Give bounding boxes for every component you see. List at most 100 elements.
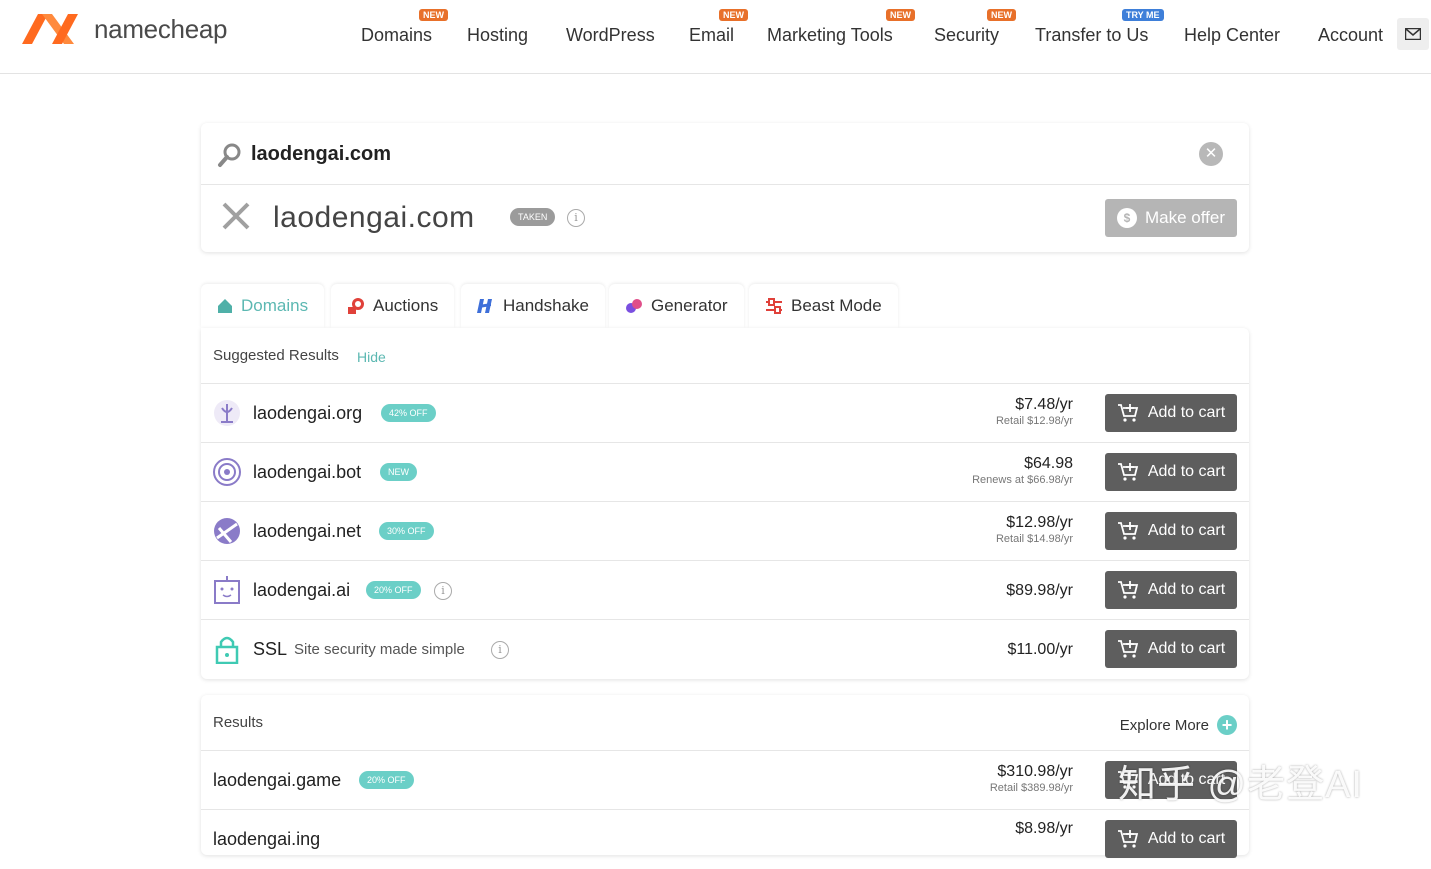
- nav-badge-transfer: TRY ME: [1122, 9, 1164, 21]
- taken-domain-row: laodengai.com TAKEN i $ Make offer: [201, 185, 1249, 251]
- search-bar[interactable]: laodengai.com ✕: [201, 123, 1249, 185]
- cart-plus-icon: [1117, 522, 1138, 540]
- tab-handshake[interactable]: Handshake: [461, 284, 606, 328]
- suggested-results-card: Suggested Results Hide laodengai.org 42%…: [201, 328, 1249, 679]
- cart-plus-icon: [1117, 581, 1138, 599]
- retail-price: Retail $12.98/yr: [995, 415, 1073, 427]
- taken-domain-name: laodengai.com: [273, 201, 475, 234]
- bot-tld-icon: [213, 458, 241, 486]
- handshake-icon: [477, 299, 492, 313]
- list-item: laodengai.org 42% OFF $7.48/yr Retail $1…: [201, 384, 1249, 443]
- discount-badge: 20% OFF: [366, 581, 421, 599]
- nav-badge-marketing: NEW: [886, 9, 915, 21]
- domain-name: laodengai.ai: [253, 580, 351, 600]
- nav-help-center[interactable]: Help Center: [1184, 25, 1280, 46]
- list-item: laodengai.bot NEW $64.98 Renews at $66.9…: [201, 443, 1249, 502]
- price: $8.98/yr: [1015, 820, 1073, 837]
- nav-email[interactable]: Email: [689, 25, 734, 46]
- retail-price: Retail $14.98/yr: [995, 533, 1073, 545]
- nav-wordpress[interactable]: WordPress: [566, 25, 655, 46]
- nav-transfer[interactable]: Transfer to Us: [1035, 25, 1148, 46]
- price-block: $11.00/yr: [1007, 641, 1073, 659]
- tab-domains-label: Domains: [241, 296, 309, 315]
- add-to-cart-button[interactable]: Add to cart: [1105, 571, 1237, 609]
- search-card: laodengai.com ✕ laodengai.com TAKEN i $ …: [201, 123, 1249, 252]
- domain-name: laodengai.org: [253, 403, 363, 423]
- net-tld-icon: [214, 518, 240, 544]
- domain-name: laodengai.net: [253, 521, 362, 541]
- nav-security[interactable]: Security: [934, 25, 999, 46]
- explore-more-button[interactable]: Explore More +: [1120, 715, 1237, 735]
- price: $89.98/yr: [1006, 582, 1073, 599]
- envelope-icon: [1405, 28, 1421, 40]
- list-item: SSL Site security made simple i $11.00/y…: [201, 620, 1249, 679]
- ai-robot-icon: [214, 576, 240, 604]
- ssl-description: Site security made simple: [294, 641, 465, 658]
- taken-badge: TAKEN: [510, 208, 556, 226]
- add-to-cart-button[interactable]: Add to cart: [1105, 512, 1237, 550]
- price-block: $310.98/yr Retail $389.98/yr: [990, 763, 1073, 794]
- suggested-title: Suggested Results: [213, 347, 339, 364]
- add-to-cart-label: Add to cart: [1147, 404, 1226, 421]
- brand-name: namecheap: [94, 13, 228, 44]
- generator-icon: [626, 299, 642, 313]
- price: $64.98: [1024, 455, 1073, 472]
- results-header: Results Explore More +: [201, 695, 1249, 751]
- nav-hosting[interactable]: Hosting: [467, 25, 528, 46]
- plus-icon: +: [1217, 715, 1237, 735]
- tab-domains[interactable]: Domains: [201, 284, 325, 328]
- house-icon: [218, 299, 232, 313]
- nav-marketing-tools[interactable]: Marketing Tools: [767, 25, 893, 46]
- lock-icon: [215, 636, 239, 664]
- info-icon[interactable]: i: [491, 641, 509, 659]
- info-icon[interactable]: i: [434, 582, 452, 600]
- results-title: Results: [213, 714, 264, 731]
- price-block: $8.98/yr: [1015, 820, 1073, 838]
- discount-badge: 30% OFF: [379, 522, 434, 540]
- cart-plus-icon: [1117, 463, 1138, 481]
- tab-beast-mode[interactable]: Beast Mode: [749, 284, 898, 328]
- search-input[interactable]: laodengai.com: [251, 143, 391, 166]
- tab-handshake-label: Handshake: [503, 296, 590, 315]
- add-to-cart-button[interactable]: Add to cart: [1105, 630, 1237, 668]
- price: $310.98/yr: [997, 763, 1073, 780]
- org-tld-icon: [214, 400, 240, 426]
- zhihu-watermark: 知乎 @老登AI: [1118, 764, 1364, 806]
- list-item: laodengai.ai 20% OFF i $89.98/yr Add to …: [201, 561, 1249, 620]
- clear-search-button[interactable]: ✕: [1199, 142, 1223, 166]
- add-to-cart-button[interactable]: Add to cart: [1105, 820, 1237, 858]
- info-icon[interactable]: i: [567, 209, 585, 227]
- add-to-cart-label: Add to cart: [1147, 830, 1226, 847]
- tab-beast-mode-label: Beast Mode: [791, 296, 882, 315]
- price-block: $64.98 Renews at $66.98/yr: [972, 455, 1073, 486]
- add-to-cart-label: Add to cart: [1147, 581, 1226, 598]
- tab-generator-label: Generator: [651, 296, 728, 315]
- mail-button[interactable]: [1397, 18, 1429, 50]
- tab-generator[interactable]: Generator: [609, 284, 744, 328]
- explore-more-label: Explore More: [1119, 716, 1209, 734]
- cart-plus-icon: [1117, 830, 1138, 848]
- hide-link[interactable]: Hide: [357, 349, 386, 365]
- top-header: namecheap NEW Domains Hosting WordPress …: [0, 0, 1431, 74]
- nav-badge-email: NEW: [719, 9, 748, 21]
- search-icon: [218, 143, 241, 167]
- cart-plus-icon: [1117, 404, 1138, 422]
- price-block: $12.98/yr Retail $14.98/yr: [996, 514, 1073, 545]
- tab-auctions[interactable]: Auctions: [331, 284, 455, 328]
- add-to-cart-button[interactable]: Add to cart: [1105, 394, 1237, 432]
- add-to-cart-button[interactable]: Add to cart: [1105, 453, 1237, 491]
- namecheap-logo[interactable]: namecheap: [20, 10, 227, 48]
- nav-account[interactable]: Account: [1318, 25, 1383, 46]
- price: $12.98/yr: [1006, 514, 1073, 531]
- nav-domains[interactable]: Domains: [361, 25, 432, 46]
- price-block: $89.98/yr: [1006, 582, 1073, 600]
- make-offer-button[interactable]: $ Make offer: [1105, 199, 1237, 237]
- tab-auctions-label: Auctions: [373, 296, 439, 315]
- gavel-icon: [348, 298, 364, 314]
- make-offer-label: Make offer: [1144, 208, 1225, 227]
- new-badge: NEW: [380, 463, 417, 481]
- nav-badge-domains: NEW: [419, 9, 448, 21]
- sliders-icon: [766, 298, 782, 314]
- price: $11.00/yr: [1007, 641, 1073, 658]
- add-to-cart-label: Add to cart: [1147, 640, 1226, 657]
